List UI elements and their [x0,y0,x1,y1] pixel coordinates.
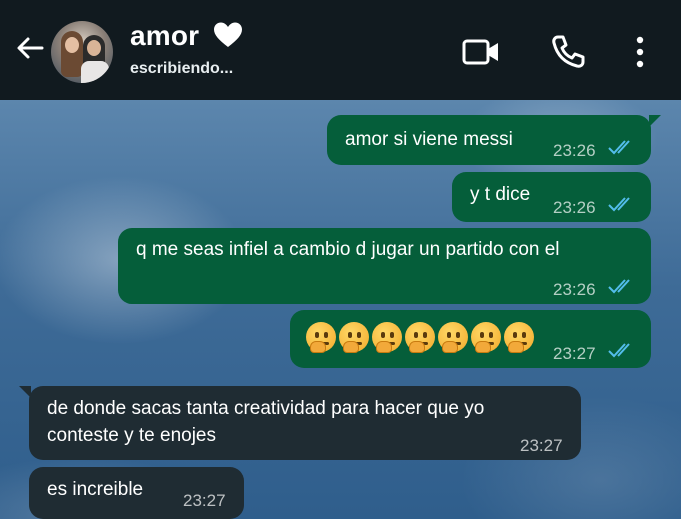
read-ticks-icon [608,140,630,155]
message-text-line: conteste y te enojes [47,425,216,446]
heart-icon [214,22,243,47]
typing-status: escribiendo... [130,60,234,77]
phone-icon[interactable] [548,32,588,72]
message-time: 23:27 [553,344,596,363]
chat-header: amor escribiendo... [0,0,681,100]
video-call-icon[interactable] [462,32,502,72]
message-text-line: de donde sacas tanta creatividad para ha… [47,398,485,419]
message-time: 23:26 [553,280,596,299]
read-ticks-icon [608,279,630,294]
thinking-face-emoji [504,322,534,353]
message-text: q me seas infiel a cambio d jugar un par… [136,239,560,260]
read-ticks-icon [608,197,630,212]
message-text: y t dice [470,184,531,205]
more-options-icon[interactable] [620,32,660,72]
outgoing-emoji-message[interactable]: 23:27 [290,310,651,368]
thinking-face-emoji [438,322,468,353]
incoming-message[interactable]: es increible 23:27 [29,467,244,519]
message-time: 23:27 [183,491,226,510]
thinking-face-emoji [471,322,501,353]
back-arrow-icon[interactable] [12,30,48,66]
message-time: 23:26 [553,141,596,160]
outgoing-message[interactable]: q me seas infiel a cambio d jugar un par… [118,228,651,304]
thinking-face-emoji [405,322,435,353]
emoji-row [306,322,534,353]
read-ticks-icon [608,343,630,358]
message-time: 23:27 [520,436,563,455]
thinking-face-emoji [306,322,336,353]
contact-name-text: amor [130,20,200,51]
contact-avatar[interactable] [51,21,113,83]
thinking-face-emoji [372,322,402,353]
outgoing-message[interactable]: y t dice 23:26 [452,172,651,222]
message-text: amor si viene messi [345,129,513,150]
message-time: 23:26 [553,198,596,217]
contact-name[interactable]: amor [130,20,243,52]
incoming-message[interactable]: de donde sacas tanta creatividad para ha… [19,386,581,460]
outgoing-message[interactable]: amor si viene messi 23:26 [327,115,661,165]
message-text: es increible [47,479,144,500]
thinking-face-emoji [339,322,369,353]
